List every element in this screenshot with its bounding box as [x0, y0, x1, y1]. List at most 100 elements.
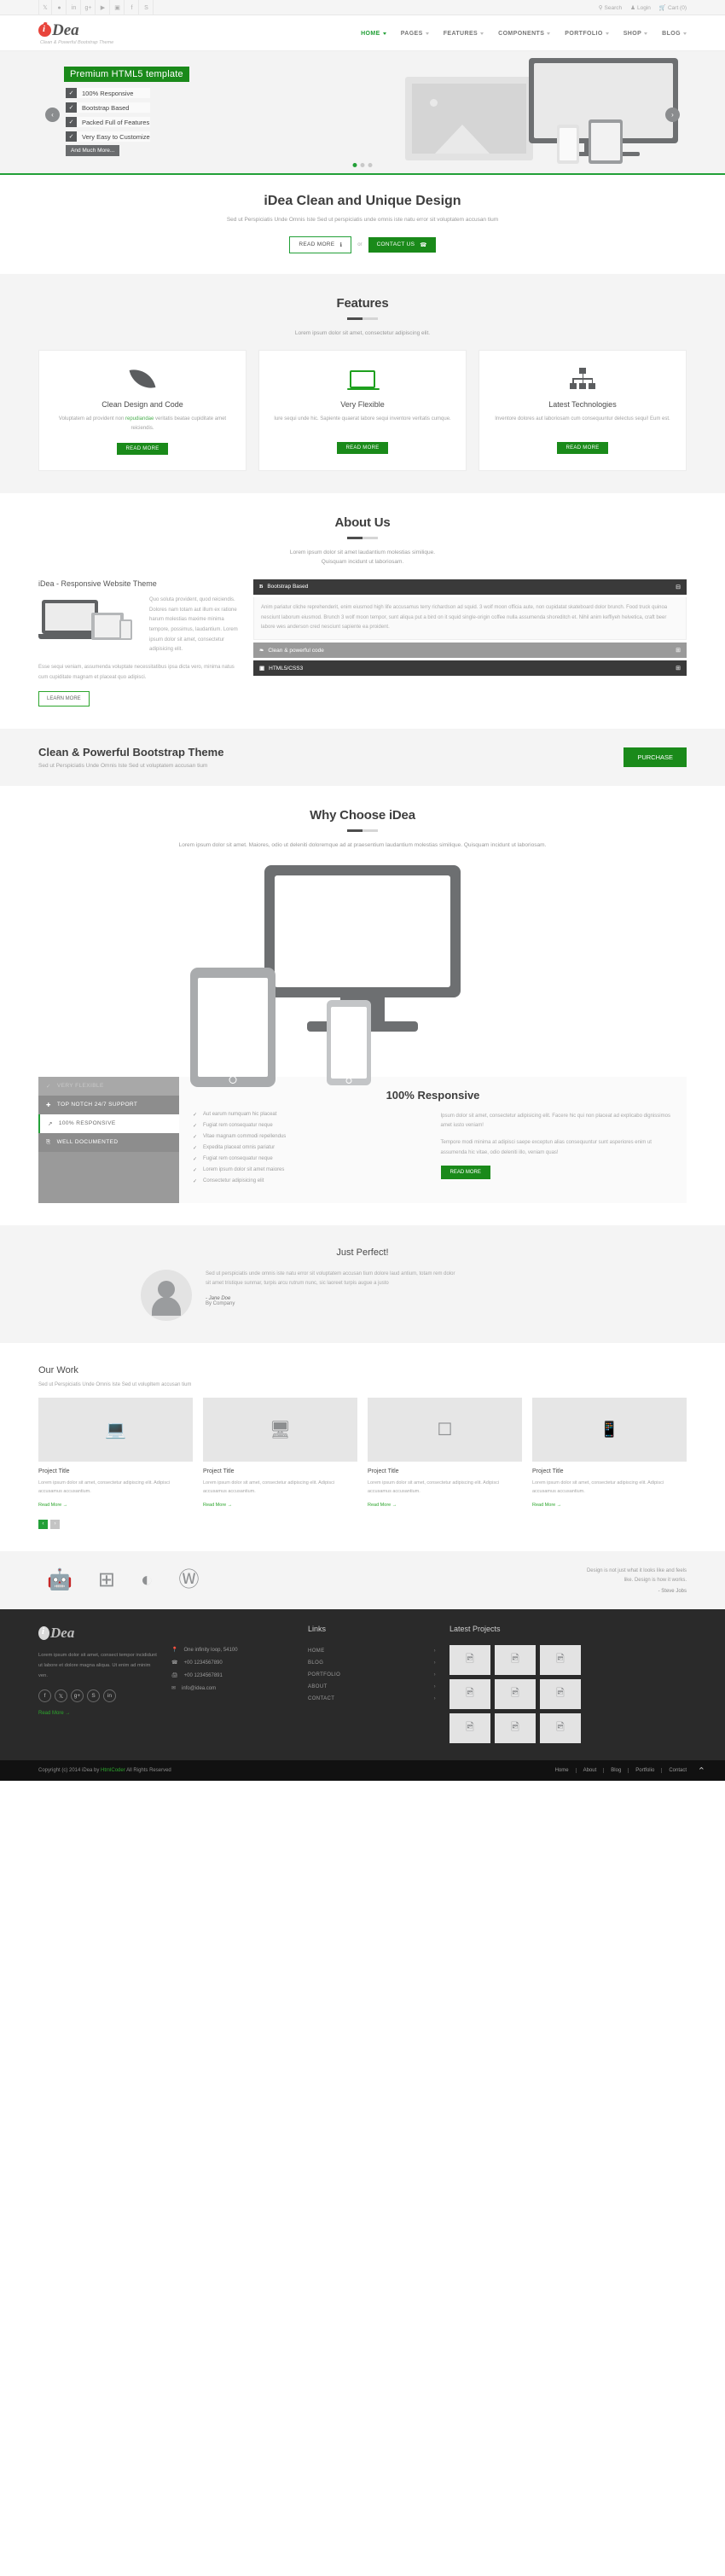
- footer-read-more-link[interactable]: Read More →: [38, 1711, 70, 1716]
- bottom-link-about[interactable]: About: [583, 1768, 605, 1774]
- slider-dot-1[interactable]: [352, 163, 357, 167]
- slider-prev-button[interactable]: ‹: [45, 108, 60, 122]
- slide-more-button[interactable]: And Much More...: [66, 145, 120, 156]
- feature-card-latest-technologies[interactable]: Latest Technologies Inventore dolores au…: [478, 350, 687, 471]
- work-read-more-link[interactable]: Read More →: [532, 1503, 561, 1508]
- work-thumbnail[interactable]: 💻: [38, 1397, 193, 1462]
- slider-dot-3[interactable]: [368, 163, 373, 167]
- footer-logo[interactable]: i Dea: [38, 1625, 158, 1642]
- project-thumbnail[interactable]: 🖻: [495, 1645, 536, 1676]
- work-thumbnail[interactable]: 🖥: [203, 1397, 357, 1462]
- nav-item-blog[interactable]: BLOG: [662, 31, 687, 37]
- slider-next-button[interactable]: ›: [665, 108, 680, 122]
- about-left-heading: iDea - Responsive Website Theme: [38, 579, 157, 588]
- read-more-button[interactable]: READ MORE ℹ: [289, 236, 352, 253]
- linkedin-icon[interactable]: in: [67, 0, 81, 15]
- copyright-link[interactable]: HtmlCoder: [101, 1768, 125, 1773]
- feature-card-clean-design[interactable]: Clean Design and Code Voluptatem ad prov…: [38, 350, 246, 471]
- footer-link-about[interactable]: ABOUT ›: [308, 1681, 436, 1693]
- nav-item-pages[interactable]: PAGES: [401, 31, 429, 37]
- tab-well-documented[interactable]: ⎘ WELL DOCUMENTED: [38, 1132, 179, 1152]
- project-thumbnail[interactable]: 🖻: [450, 1713, 490, 1744]
- windows-icon[interactable]: ⊞: [98, 1570, 115, 1590]
- feature-card-title: Clean Design and Code: [102, 400, 183, 410]
- work-thumbnail[interactable]: ☐: [368, 1397, 522, 1462]
- feature-read-more-button[interactable]: READ MORE: [337, 442, 388, 455]
- learn-more-button[interactable]: LEARN MORE: [38, 691, 90, 707]
- bottom-link-blog[interactable]: Blog: [611, 1768, 629, 1774]
- dribbble-icon[interactable]: ●: [53, 0, 67, 15]
- twitter-icon[interactable]: 𝕏: [38, 0, 52, 15]
- work-item[interactable]: 💻 Project Title Lorem ipsum dolor sit am…: [38, 1397, 193, 1508]
- twitter-icon[interactable]: 𝕏: [55, 1689, 67, 1703]
- tab-100-responsive[interactable]: ↗ 100% RESPONSIVE: [38, 1114, 179, 1133]
- nav-item-components[interactable]: COMPONENTS: [498, 31, 551, 37]
- gplus-icon[interactable]: g+: [82, 0, 96, 15]
- nav-item-portfolio[interactable]: PORTFOLIO: [565, 31, 609, 37]
- project-thumbnail[interactable]: 🖻: [450, 1679, 490, 1710]
- skype-icon[interactable]: S: [87, 1689, 100, 1703]
- footer-link-home[interactable]: HOME ›: [308, 1645, 436, 1657]
- footer-link-blog[interactable]: BLOG ›: [308, 1657, 436, 1669]
- back-to-top-button[interactable]: ⌃: [698, 1765, 705, 1776]
- nav-item-features[interactable]: FEATURES: [444, 31, 484, 37]
- footer-link-contact[interactable]: CONTACT ›: [308, 1693, 436, 1705]
- feature-read-more-button[interactable]: READ MORE: [557, 442, 608, 455]
- accordion-header-html5[interactable]: ▣ HTML5/CSS3 ⊞: [252, 660, 687, 676]
- project-thumbnail[interactable]: 🖻: [450, 1645, 490, 1676]
- accordion-header-bootstrap[interactable]: B Bootstrap Based ⊟: [252, 579, 687, 595]
- youtube-icon[interactable]: ▶: [96, 0, 110, 15]
- expand-icon[interactable]: ⊞: [676, 665, 681, 672]
- collapse-icon[interactable]: ⊟: [676, 584, 681, 590]
- bottom-link-contact[interactable]: Contact: [669, 1768, 687, 1773]
- tab-top-notch-support[interactable]: ✚ TOP NOTCH 24/7 SUPPORT: [38, 1095, 179, 1114]
- login-link[interactable]: ♟ Login: [630, 4, 651, 11]
- facebook-icon[interactable]: f: [38, 1689, 51, 1703]
- project-thumbnail[interactable]: 🖻: [540, 1713, 581, 1744]
- work-read-more-link[interactable]: Read More →: [38, 1503, 67, 1508]
- facebook-icon[interactable]: f: [125, 0, 139, 15]
- site-logo[interactable]: i Dea: [38, 22, 175, 38]
- work-read-more-link[interactable]: Read More →: [368, 1503, 397, 1508]
- work-item-text: Lorem ipsum dolor sit amet, consectetur …: [38, 1480, 171, 1495]
- work-item[interactable]: 🖥 Project Title Lorem ipsum dolor sit am…: [203, 1397, 357, 1508]
- checklist-item: ✓ Aut earum numquam hic placeat: [193, 1111, 277, 1118]
- slider-dot-2[interactable]: [360, 163, 365, 167]
- tab-very-flexible[interactable]: ✓ VERY FLEXIBLE: [38, 1076, 179, 1096]
- chevron-down-icon: [480, 32, 484, 35]
- bootstrap-icon: B: [258, 584, 264, 590]
- accordion-header-clean-code[interactable]: ❧ Clean & powerful code ⊞: [252, 643, 687, 658]
- linkedin-icon[interactable]: in: [103, 1689, 116, 1703]
- cart-link[interactable]: 🛒 Cart (0): [659, 4, 687, 11]
- logo-block[interactable]: i Dea Clean & Powerful Bootstrap Theme: [38, 22, 175, 45]
- project-thumbnail[interactable]: 🖻: [495, 1713, 536, 1744]
- wordpress-icon[interactable]: Ⓦ: [179, 1570, 200, 1590]
- work-next-button[interactable]: ›: [50, 1519, 60, 1529]
- flickr-icon[interactable]: ▣: [111, 0, 125, 15]
- project-thumbnail[interactable]: 🖻: [540, 1645, 581, 1676]
- android-icon[interactable]: 🤖: [47, 1570, 72, 1590]
- footer-link-portfolio[interactable]: PORTFOLIO ›: [308, 1669, 436, 1681]
- nav-item-shop[interactable]: SHOP: [624, 31, 648, 37]
- work-item[interactable]: ☐ Project Title Lorem ipsum dolor sit am…: [368, 1397, 522, 1508]
- contact-us-button[interactable]: CONTACT US ☎: [368, 236, 436, 253]
- bottom-link-portfolio[interactable]: Portfolio: [635, 1768, 663, 1774]
- expand-icon[interactable]: ⊞: [676, 647, 681, 654]
- work-prev-button[interactable]: ‹: [38, 1519, 48, 1529]
- bottom-link-home[interactable]: Home: [555, 1768, 577, 1774]
- tab-read-more-button[interactable]: READ MORE: [440, 1165, 490, 1179]
- intro-text: Sed ut Perspiciatis Unde Omnis Iste Sed …: [226, 217, 499, 223]
- work-item[interactable]: 📱 Project Title Lorem ipsum dolor sit am…: [532, 1397, 687, 1508]
- purchase-button[interactable]: PURCHASE: [624, 747, 687, 768]
- search-link[interactable]: ⚲ Search: [599, 4, 622, 11]
- feature-card-very-flexible[interactable]: Very Flexible Iure sequi unde hic. Sapie…: [258, 350, 467, 471]
- nav-item-home[interactable]: HOME: [361, 31, 386, 37]
- project-thumbnail[interactable]: 🖻: [540, 1679, 581, 1710]
- skype-icon[interactable]: S: [140, 0, 154, 15]
- work-thumbnail[interactable]: 📱: [532, 1397, 687, 1462]
- feature-read-more-button[interactable]: READ MORE: [117, 442, 168, 455]
- project-thumbnail[interactable]: 🖻: [495, 1679, 536, 1710]
- work-read-more-link[interactable]: Read More →: [203, 1503, 232, 1508]
- firefox-icon[interactable]: ◐: [141, 1570, 154, 1590]
- gplus-icon[interactable]: g+: [71, 1689, 84, 1703]
